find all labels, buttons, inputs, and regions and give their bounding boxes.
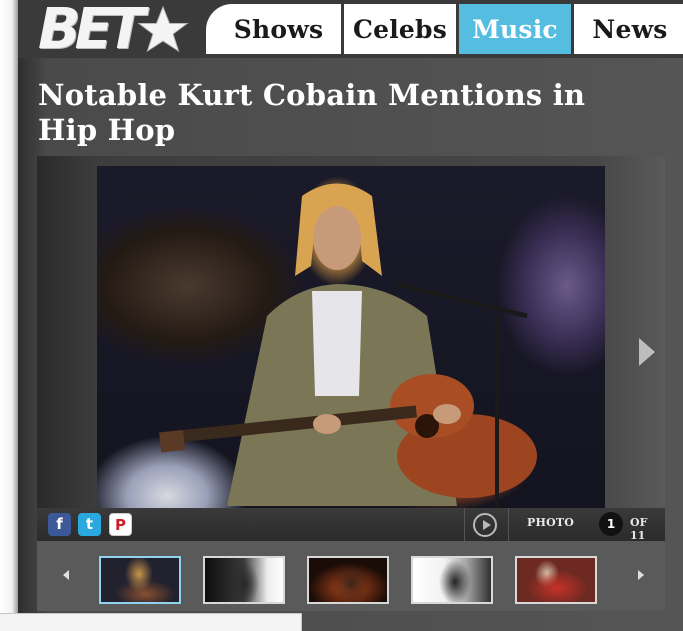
thumbnail-2[interactable] [203,556,285,604]
divider [464,508,465,541]
thumbnail-5[interactable] [515,556,597,604]
horizontal-scrollbar[interactable] [0,613,302,631]
chevron-right-icon[interactable] [639,338,655,366]
bet-logo[interactable]: BET [38,0,208,62]
play-icon[interactable] [473,513,497,537]
pinterest-icon[interactable]: P [109,513,132,536]
site-header: BET Shows Celebs Music News [18,0,683,58]
chevron-left-icon[interactable] [63,570,69,580]
twitter-icon[interactable]: t [78,513,101,536]
page-title: Notable Kurt Cobain Mentions in Hip Hop [38,78,586,147]
thumbnail-1[interactable] [99,556,181,604]
nav-music[interactable]: Music [459,4,571,54]
nav-news[interactable]: News [574,4,683,54]
main-nav: Shows Celebs Music News [206,4,683,54]
star-icon [137,5,189,53]
photo-gallery [37,156,665,511]
logo-text: BET [38,0,145,62]
photo-counter-label: PHOTO [527,516,575,529]
share-bar: f t P PHOTO 1 OF 11 [37,508,665,542]
kurt-cobain-playing-guitar-photo[interactable] [97,166,605,510]
photo-illustration [159,183,537,510]
divider [508,508,509,541]
nav-shows[interactable]: Shows [206,4,341,54]
bet-site: BET Shows Celebs Music News Notable Kurt… [18,0,683,631]
photo-counter-total: OF 11 [630,516,648,542]
nav-celebs[interactable]: Celebs [344,4,456,54]
page-left-edge [0,0,18,631]
thumbnail-strip [37,541,665,611]
photo-counter-current: 1 [599,512,623,536]
facebook-icon[interactable]: f [48,513,71,536]
thumbnail-4[interactable] [411,556,493,604]
thumbnail-3[interactable] [307,556,389,604]
chevron-right-icon[interactable] [638,570,644,580]
